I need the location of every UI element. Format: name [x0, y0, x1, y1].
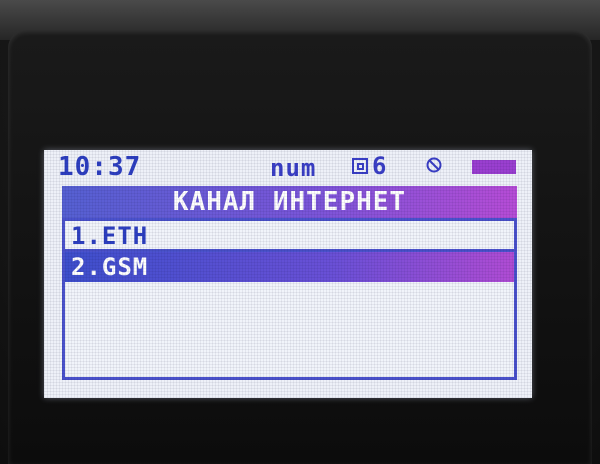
battery-icon — [472, 160, 516, 174]
device-photo: 10:37 num 6 КАНАЛ ИНТЕРНЕТ 1.ETH 2.GSM — [0, 0, 600, 464]
no-connection-icon — [426, 157, 442, 173]
keyboard-layout-icon — [352, 158, 368, 174]
menu-header: КАНАЛ ИНТЕРНЕТ — [62, 186, 517, 218]
menu-list: 1.ETH 2.GSM — [62, 218, 517, 380]
menu-item-eth[interactable]: 1.ETH — [65, 221, 514, 252]
clock: 10:37 — [58, 152, 142, 182]
menu-item-gsm[interactable]: 2.GSM — [65, 252, 514, 282]
layout-number: 6 — [372, 152, 388, 180]
input-mode-indicator: num — [270, 154, 317, 182]
lcd-screen: 10:37 num 6 КАНАЛ ИНТЕРНЕТ 1.ETH 2.GSM — [44, 150, 532, 398]
status-bar: 10:37 num 6 — [44, 150, 532, 184]
menu-title: КАНАЛ ИНТЕРНЕТ — [172, 187, 407, 217]
